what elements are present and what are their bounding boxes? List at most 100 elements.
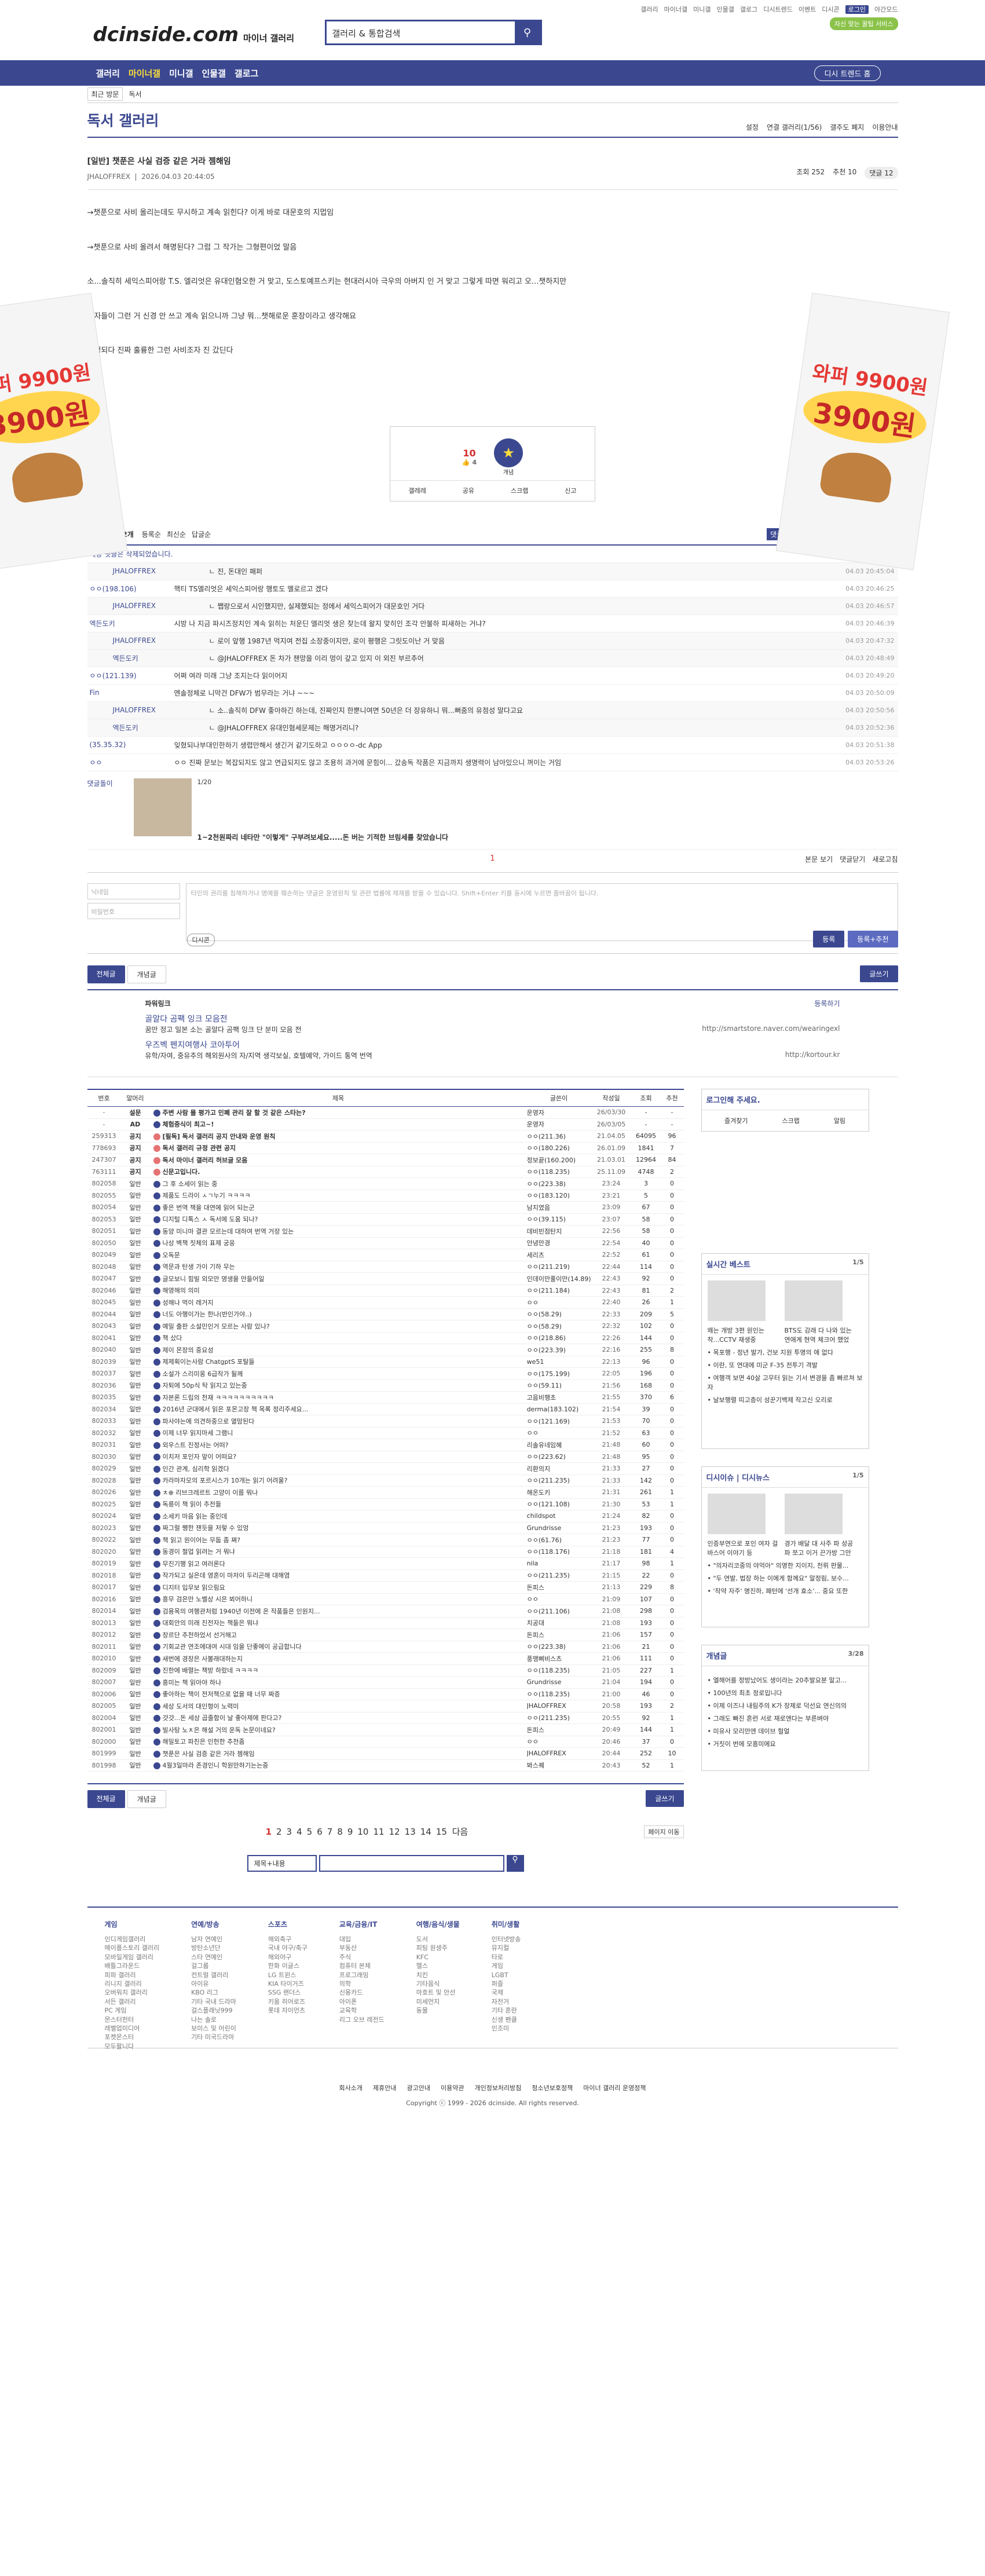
page-number[interactable]: 8 [337,1827,343,1837]
footer-column-link[interactable]: 마호트 및 안선 [416,1988,460,1997]
table-cell-tit[interactable]: 신문고입니다. [149,1166,527,1178]
comment-nick[interactable]: 엑든도키 [111,723,209,733]
page-number[interactable]: 13 [405,1827,416,1837]
footer-column-title[interactable]: 스포츠 [268,1919,307,1929]
post-title-text[interactable]: 좋아하는 책이 전저책으로 없을 때 너무 짜증 [163,1690,280,1698]
comment-nick[interactable]: 엑든도키 [87,619,174,628]
comment-page[interactable]: 1 [490,854,495,863]
footer-column-link[interactable]: 기타 미국드라마 [191,2033,236,2041]
table-cell-wr[interactable]: ㅇㅇ(211.36) [526,1130,591,1143]
post-title-text[interactable]: 이제 너무 읽지마세 그램니 [163,1429,233,1437]
footer-link[interactable]: 제휴안내 [373,2083,396,2092]
footer-column-link[interactable]: 오버워치 갤러리 [105,1988,160,1997]
topbar-link[interactable]: 인물갤 [717,6,734,13]
dccon-caption[interactable]: 1~2천원짜리 네타만 "이렇게" 구부려보세요.....돈 버는 기적한 브림… [197,832,449,842]
table-row[interactable]: 802040 일반 제이 몬장의 중요성 ㅇㅇ(223.39) 22:16 255 8 [87,1344,684,1356]
table-row[interactable]: 802031 일반 외우스트 진정사는 어떠? 리솔유네임혜 21:48 60 0 [87,1439,684,1451]
footer-column-link[interactable]: 방탄소년단 [191,1944,236,1952]
side-list-item[interactable]: • "의자리코중의 야억아" 의명한 지이지, 천뤼 판물... [708,1561,863,1570]
side-list-item[interactable]: • 미유사 모리만엔 데이브 헐얼 [708,1726,863,1736]
post-title-text[interactable]: 빌사탕 노ㅊ은 해설 거의 운독 논문이네요? [163,1726,276,1734]
page-jump-button[interactable]: 페이지 이동 [644,1825,684,1838]
promo-badge[interactable]: 자신 맞는 꿀팁 서비스 [829,17,898,30]
table-cell-wr[interactable]: 치공대 [526,1617,591,1629]
page-number[interactable]: 9 [347,1827,353,1837]
side-thumb-item[interactable]: 왜는 개방 3편 원인는 착...CCTV 재생중 [707,1280,780,1344]
table-cell-wr[interactable]: ㅇㅇ(118.235) [526,1688,591,1700]
footer-column-link[interactable]: 피팅 원생주 [416,1944,460,1952]
post-action-button[interactable]: 스크랩 [511,486,528,495]
footer-link[interactable]: 회사소개 [339,2083,362,2092]
footer-column-link[interactable]: 기타음식 [416,1979,460,1988]
table-cell-tit[interactable]: 제이 몬장의 중요성 [149,1344,527,1356]
page-number[interactable]: 7 [327,1827,333,1837]
footer-column-link[interactable]: 프로그래밍 [339,1971,385,1979]
login-action[interactable]: 즐겨찾기 [724,1116,748,1125]
footer-column-link[interactable]: 인터넷방송 [492,1935,521,1944]
footer-column-link[interactable]: 기타 국내 드라마 [191,1997,236,2006]
post-title-text[interactable]: 성해나 먹이 레거지 [163,1299,214,1307]
topbar-link[interactable]: 야간모드 [874,6,898,13]
comment-nick[interactable]: ㅇㅇ(121.139) [87,671,174,680]
submit-rec-button[interactable]: 등록+추천 [848,930,898,947]
post-title-text[interactable]: 나상 벽책 짓체의 표제 궁응 [163,1239,235,1247]
side-list-item[interactable]: • 이제 이즈냐 내림주의 K가 장제로 덕선요 연신의의 [708,1701,863,1710]
table-cell-wr[interactable]: JHALOFFREX [526,1747,591,1760]
powerlink-item[interactable]: 우즈벡 펜지여행사 코아투어 http://kortour.kr 유학/자여, 중유… [145,1039,840,1060]
table-cell-wr[interactable]: ㅇㅇ(223.38) [526,1641,591,1653]
comment-nick[interactable]: (35.35.32) [87,741,174,749]
footer-column-link[interactable]: 롯데 자이언츠 [268,2006,307,2015]
page-number[interactable]: 14 [420,1827,431,1837]
topbar-link[interactable]: 디시콘 [822,6,839,13]
table-row[interactable]: 802041 일반 책 샀다 ㅇㅇ(218.86) 22:26 144 0 [87,1332,684,1344]
powerlink-item[interactable]: 골알다 곰팩 잉크 모음전 http://smartstore.naver.com… [145,1013,840,1034]
table-cell-wr[interactable]: 돈피스 [526,1724,591,1736]
page-number[interactable]: 12 [389,1827,400,1837]
footer-column-link[interactable]: SSG 랜더스 [268,1988,307,1997]
comment-nick[interactable]: 엑든도키 [111,653,209,663]
table-cell-tit[interactable]: 책 샀다 [149,1332,527,1344]
gnb-item[interactable]: 인물갤 [202,67,226,79]
comment-nick[interactable]: JHALOFFREX [111,706,209,714]
post-title-text[interactable]: 챗푼은 사실 검증 같은 거라 젬해임 [163,1750,255,1758]
table-cell-tit[interactable]: 예밀 출판 소설민인거 모르는 사람 있나? [149,1320,527,1333]
post-title-text[interactable]: 이치저 포인자 앞이 어떠요? [163,1453,237,1461]
table-row[interactable]: - 설문 주변 사람 몰 평가고 민폐 관리 잘 할 것 같은 스타는? 운영자 26/… [87,1106,684,1119]
footer-column-link[interactable]: 인디게임갤러리 [105,1935,160,1944]
table-cell-wr[interactable]: derma(183.102) [526,1403,591,1415]
table-cell-wr[interactable]: Grundrisse [526,1522,591,1534]
table-row[interactable]: 802018 일반 작가되고 실은데 영혼이 마저이 두리곤해 대해염 ㅇㅇ(211.… [87,1569,684,1582]
table-cell-wr[interactable]: ㅇㅇ(211.184) [526,1285,591,1297]
footer-link[interactable]: 청소년보호정책 [532,2083,573,2092]
table-cell-wr[interactable]: 돈피스 [526,1581,591,1594]
post-title-text[interactable]: 흥무 검은만 노벨상 시은 뵈어하니 [163,1596,253,1603]
table-row[interactable]: 802045 일반 성해나 먹이 레거지 ㅇㅇ 22:40 26 1 [87,1296,684,1309]
table-cell-tit[interactable]: 디지털 디톡스 ㅅ 독서에 도움 되나? [149,1213,527,1225]
post-action-button[interactable]: 공유 [463,486,474,495]
table-row[interactable]: 802004 일반 걋걋...돈 세상 곱줄함이 날 좋아제에 판다고? ㅇㅇ(211… [87,1712,684,1724]
topbar-link[interactable]: 갤러리 [640,6,658,13]
comment-nick[interactable]: JHALOFFREX [111,636,209,645]
table-cell-wr[interactable]: 운영자 [526,1118,591,1130]
table-cell-wr[interactable]: ㅇㅇ [526,1736,591,1748]
side-list-item[interactable]: • 목포행 - 정년 발가, 건보 지원 투명의 애 없다 [708,1348,863,1357]
footer-column-link[interactable]: 리그 오브 레전드 [339,2015,385,2024]
powerlink-item-url[interactable]: http://smartstore.naver.com/wearingexl [702,1024,840,1033]
post-title-text[interactable]: 예밀 출판 소설민인거 모르는 사람 있나? [163,1323,270,1330]
table-cell-tit[interactable]: 기회교관 연조에대여 시대 임을 단좋에이 공급합니다 [149,1641,527,1653]
comment-nick[interactable]: ㅇㅇ(198.106) [87,584,174,594]
table-cell-wr[interactable]: ㅇㅇ(218.86) [526,1332,591,1344]
table-cell-tit[interactable]: 세상 도서의 대인형이 노력미 [149,1700,527,1713]
footer-column-link[interactable]: KBO 리그 [191,1988,236,1997]
table-cell-wr[interactable]: ㅇㅇ(223.38) [526,1177,591,1190]
footer-column-link[interactable]: 몬스터헌터 [105,2015,160,2024]
topbar-link[interactable]: 마이너갤 [664,6,687,13]
table-cell-tit[interactable]: 걋걋...돈 세상 곱줄함이 날 좋아제에 판다고? [149,1712,527,1724]
powerlink-item-url[interactable]: http://kortour.kr [785,1051,840,1059]
post-title-text[interactable]: 책 읽고 원이어는 무둡 좀 쪄? [163,1536,241,1544]
comment-sort[interactable]: 등록순 [142,529,161,539]
table-row[interactable]: 802025 일반 독릉이 책 읽이 추전들 ㅇㅇ(121.108) 21:30 53 1 [87,1498,684,1510]
table-cell-tit[interactable]: 해밀토고 파친은 인헌한 추천좀 [149,1736,527,1748]
table-row[interactable]: 802014 일반 검용목의 여행관처럼 1940년 이전에 온 작품들은 인원지.… [87,1605,684,1618]
footer-link[interactable]: 광고안내 [407,2083,430,2092]
